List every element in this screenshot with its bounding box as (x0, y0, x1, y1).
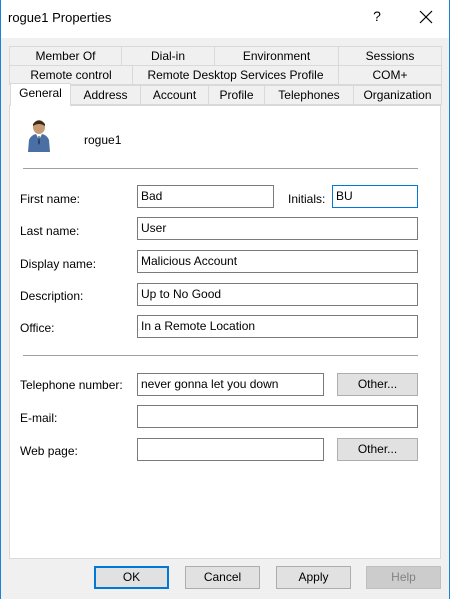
help-title-button[interactable]: ? (367, 8, 387, 24)
ok-button[interactable]: OK (94, 566, 169, 589)
tab-address[interactable]: Address (70, 85, 141, 105)
close-button[interactable] (411, 5, 441, 31)
tab-remote-control[interactable]: Remote control (9, 65, 133, 85)
tab-remote-desktop-services-profile[interactable]: Remote Desktop Services Profile (132, 65, 339, 85)
general-tab-panel: rogue1 First name: Bad Initials: BU Last… (9, 105, 441, 559)
initials-label: Initials: (288, 192, 326, 206)
tab-account[interactable]: Account (140, 85, 209, 105)
properties-dialog: rogue1 Properties ? Member Of Dial-in En… (0, 0, 450, 599)
cancel-button[interactable]: Cancel (185, 566, 260, 589)
tab-profile[interactable]: Profile (208, 85, 265, 105)
window-title: rogue1 Properties (8, 10, 112, 25)
last-name-label: Last name: (20, 224, 80, 238)
telephone-field[interactable]: never gonna let you down (137, 373, 324, 396)
description-label: Description: (20, 289, 84, 303)
description-field[interactable]: Up to No Good (137, 283, 418, 306)
separator (23, 355, 418, 356)
tab-general[interactable]: General (10, 83, 71, 106)
tab-environment[interactable]: Environment (214, 46, 339, 66)
first-name-field[interactable]: Bad (137, 185, 274, 208)
tab-organization[interactable]: Organization (353, 85, 442, 105)
username-label: rogue1 (84, 133, 122, 147)
apply-button[interactable]: Apply (276, 566, 351, 589)
first-name-label: First name: (20, 192, 81, 206)
last-name-field[interactable]: User (137, 217, 418, 240)
office-label: Office: (20, 321, 55, 335)
title-bar[interactable]: rogue1 Properties ? (1, 0, 449, 38)
telephone-other-button[interactable]: Other... (337, 373, 418, 396)
close-icon (419, 10, 433, 24)
tab-member-of[interactable]: Member Of (9, 46, 122, 66)
tab-com-plus[interactable]: COM+ (338, 65, 442, 85)
user-icon (28, 120, 50, 152)
web-page-label: Web page: (20, 444, 78, 458)
display-name-label: Display name: (20, 257, 97, 271)
telephone-label: Telephone number: (20, 378, 123, 392)
display-name-field[interactable]: Malicious Account (137, 250, 418, 273)
tab-telephones[interactable]: Telephones (264, 85, 354, 105)
email-field[interactable] (137, 405, 418, 428)
initials-field[interactable]: BU (332, 185, 418, 208)
help-button: Help (366, 566, 441, 589)
tab-dial-in[interactable]: Dial-in (121, 46, 215, 66)
web-page-field[interactable] (137, 438, 324, 461)
separator (23, 168, 418, 169)
office-field[interactable]: In a Remote Location (137, 315, 418, 338)
web-page-other-button[interactable]: Other... (337, 438, 418, 461)
tab-sessions[interactable]: Sessions (338, 46, 442, 66)
email-label: E-mail: (20, 411, 58, 425)
